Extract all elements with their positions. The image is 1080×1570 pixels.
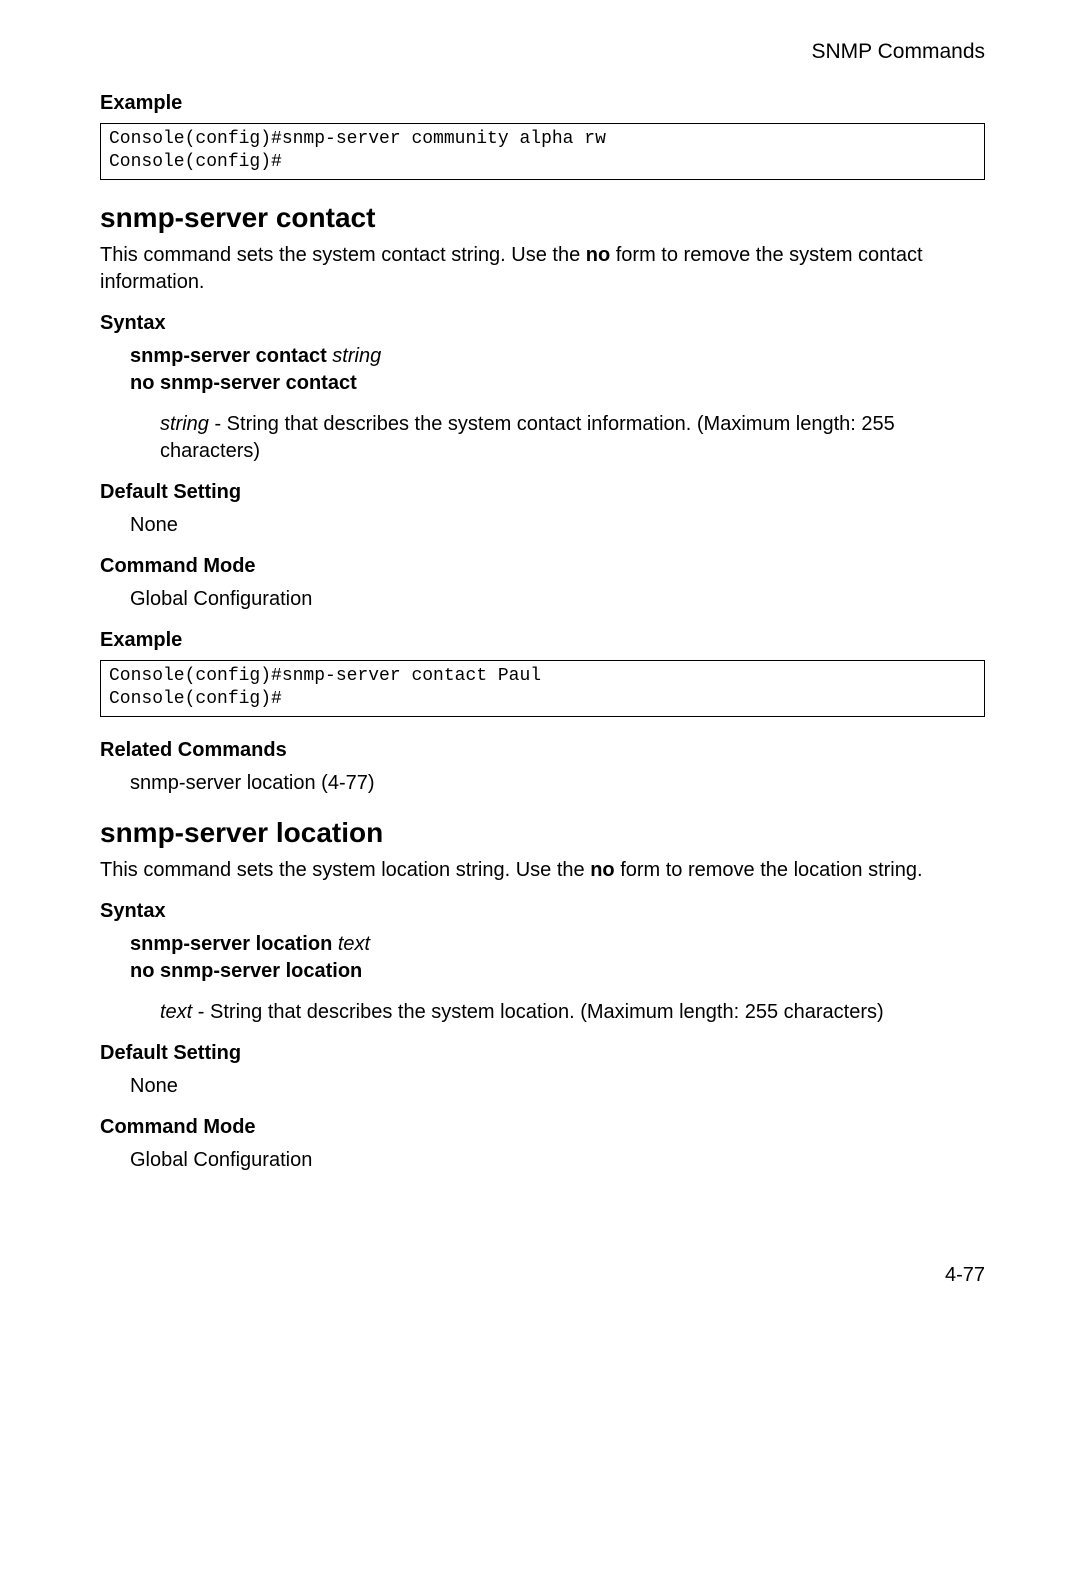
location-param-desc: - String that describes the system locat… (192, 1001, 883, 1023)
location-mode-heading: Command Mode (100, 1116, 985, 1139)
contact-desc-bold: no (586, 244, 610, 266)
contact-description: This command sets the system contact str… (100, 242, 985, 296)
page-header: SNMP Commands (100, 40, 985, 64)
page-container: SNMP Commands Example Console(config)#sn… (0, 0, 1080, 1317)
contact-syntax-heading: Syntax (100, 312, 985, 335)
location-syntax-arg: text (332, 933, 370, 955)
contact-syntax-cmd: snmp-server contact (130, 345, 327, 367)
location-desc-part2: form to remove the location string. (615, 859, 923, 881)
contact-mode-heading: Command Mode (100, 555, 985, 578)
location-syntax-block: snmp-server location text no snmp-server… (130, 931, 985, 985)
contact-syntax-arg: string (327, 345, 381, 367)
location-default-heading: Default Setting (100, 1042, 985, 1065)
command-title-contact: snmp-server contact (100, 202, 985, 234)
contact-param-name: string (160, 413, 209, 435)
location-syntax-heading: Syntax (100, 900, 985, 923)
location-syntax-cmd: snmp-server location (130, 933, 332, 955)
contact-param-block: string - String that describes the syste… (160, 411, 985, 465)
contact-example-heading: Example (100, 629, 985, 652)
page-number: 4-77 (100, 1264, 985, 1287)
contact-syntax-block: snmp-server contact string no snmp-serve… (130, 343, 985, 397)
contact-default-heading: Default Setting (100, 481, 985, 504)
contact-default-value: None (130, 512, 985, 539)
location-description: This command sets the system location st… (100, 857, 985, 884)
contact-mode-value: Global Configuration (130, 586, 985, 613)
contact-desc-part1: This command sets the system contact str… (100, 244, 586, 266)
contact-related-value: snmp-server location (4-77) (130, 770, 985, 797)
location-desc-part1: This command sets the system location st… (100, 859, 590, 881)
location-desc-bold: no (590, 859, 614, 881)
code-example-1: Console(config)#snmp-server community al… (100, 123, 985, 180)
contact-param-desc: - String that describes the system conta… (160, 413, 895, 462)
location-param-name: text (160, 1001, 192, 1023)
location-param-block: text - String that describes the system … (160, 999, 985, 1026)
contact-syntax-no: no snmp-server contact (130, 370, 985, 397)
code-example-contact: Console(config)#snmp-server contact Paul… (100, 660, 985, 717)
location-syntax-no: no snmp-server location (130, 958, 985, 985)
location-default-value: None (130, 1073, 985, 1100)
command-title-location: snmp-server location (100, 817, 985, 849)
location-mode-value: Global Configuration (130, 1147, 985, 1174)
example-heading-1: Example (100, 92, 985, 115)
contact-related-heading: Related Commands (100, 739, 985, 762)
